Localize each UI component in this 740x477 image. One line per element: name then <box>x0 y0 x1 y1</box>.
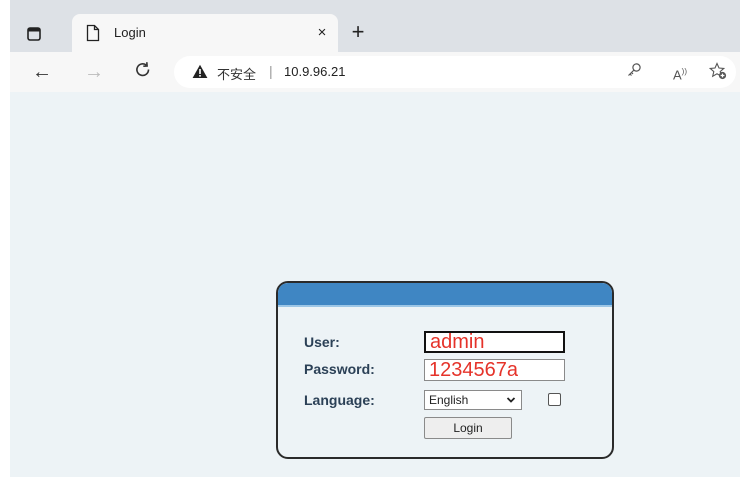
refresh-icon[interactable] <box>131 60 155 84</box>
login-panel: User: Password: Language: English Login <box>276 281 614 459</box>
browser-toolbar: ← → 不安全 | 10.9.96.21 A)) <box>10 52 740 92</box>
forward-arrow-icon[interactable]: → <box>82 60 106 84</box>
user-input[interactable] <box>424 331 565 353</box>
key-icon[interactable] <box>624 62 644 82</box>
user-label: User: <box>304 334 340 350</box>
password-label: Password: <box>304 361 375 377</box>
page-icon <box>86 24 100 42</box>
chevron-down-icon <box>506 394 516 404</box>
remember-checkbox[interactable] <box>548 393 561 406</box>
security-status[interactable]: 不安全 <box>217 64 256 83</box>
back-arrow-icon[interactable]: ← <box>30 60 54 84</box>
tab-title: Login <box>114 25 146 40</box>
plus-icon[interactable]: + <box>347 21 369 43</box>
tab-actions-icon[interactable] <box>24 24 44 44</box>
browser-tab[interactable]: Login × <box>72 14 338 52</box>
password-input[interactable] <box>424 359 565 381</box>
tab-strip: Login × + <box>10 0 740 52</box>
language-selected-value: English <box>429 393 469 407</box>
close-icon[interactable]: × <box>314 25 330 41</box>
login-panel-header <box>278 283 612 305</box>
login-panel-header-stripe <box>278 305 612 307</box>
url-text[interactable]: 10.9.96.21 <box>284 64 345 79</box>
address-bar[interactable]: 不安全 | 10.9.96.21 A)) <box>174 56 736 88</box>
favorite-add-icon[interactable] <box>708 62 728 82</box>
language-select[interactable]: English <box>424 390 522 410</box>
language-label: Language: <box>304 392 375 408</box>
address-separator: | <box>269 63 273 79</box>
read-aloud-icon[interactable]: A)) <box>670 62 690 82</box>
login-button[interactable]: Login <box>424 417 512 439</box>
warning-icon[interactable] <box>192 64 208 79</box>
